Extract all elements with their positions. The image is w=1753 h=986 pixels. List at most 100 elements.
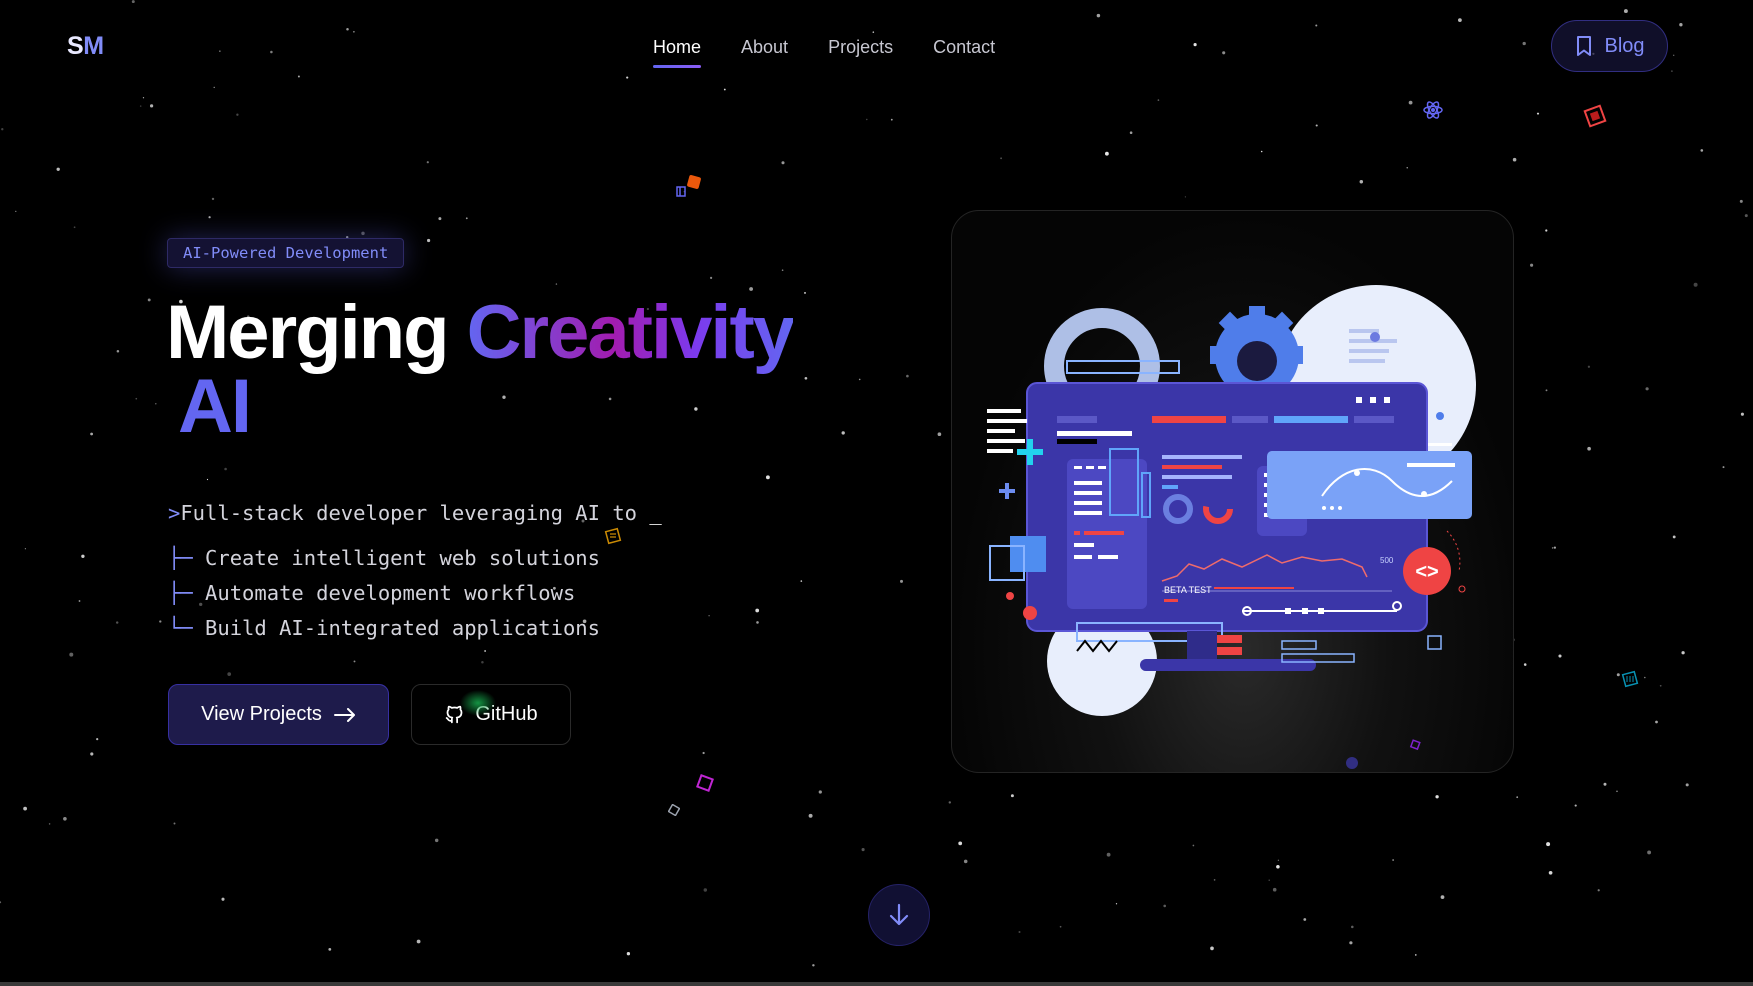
star	[481, 660, 484, 664]
star	[1672, 535, 1676, 539]
scroll-down-button[interactable]	[868, 884, 930, 946]
headline-creativity: Creativity	[466, 290, 795, 375]
bookmark-icon	[1577, 36, 1592, 56]
star	[1545, 389, 1548, 392]
star	[1458, 18, 1462, 22]
view-projects-button[interactable]: View Projects	[168, 684, 389, 745]
star	[1115, 903, 1118, 905]
star	[1277, 859, 1280, 861]
star	[149, 104, 154, 108]
site-logo[interactable]: SM	[67, 32, 104, 61]
star	[1349, 941, 1353, 945]
blog-button-label: Blog	[1604, 34, 1645, 57]
star	[1655, 720, 1658, 724]
star	[69, 652, 74, 657]
arrow-right-icon	[333, 707, 355, 722]
star	[227, 672, 232, 676]
nav-home-link[interactable]: Home	[653, 37, 702, 68]
star	[708, 615, 710, 617]
star	[1276, 865, 1280, 869]
star	[626, 952, 631, 956]
star	[702, 751, 705, 755]
star	[297, 75, 300, 78]
terminal-item: ├─ Create intelligent web solutions	[168, 541, 662, 576]
star	[1359, 180, 1364, 184]
star	[1623, 9, 1628, 14]
star	[1546, 842, 1551, 847]
star	[1545, 229, 1548, 232]
dashboard-illustration: 500 BETA TEST <>	[987, 285, 1476, 769]
nav-about-link[interactable]: About	[741, 37, 788, 68]
star	[1129, 131, 1133, 134]
nav-projects-link[interactable]: Projects	[828, 37, 893, 68]
star	[115, 621, 119, 624]
js-cube-icon	[604, 527, 622, 545]
beta-test-label: BETA TEST	[1164, 585, 1212, 595]
html-cube-icon	[676, 175, 701, 197]
star	[1106, 852, 1111, 857]
star	[1105, 151, 1109, 156]
star	[1744, 214, 1748, 218]
star	[135, 397, 138, 400]
star	[63, 816, 67, 821]
star	[23, 806, 27, 811]
star	[1722, 466, 1725, 469]
nav-contact-link[interactable]: Contact	[933, 37, 995, 68]
star	[434, 838, 439, 843]
magenta-cube-icon	[696, 774, 714, 792]
terminal-item: └─ Build AI-integrated applications	[168, 611, 662, 646]
star	[159, 620, 162, 623]
star	[1740, 412, 1744, 416]
star	[426, 161, 429, 164]
star	[937, 432, 942, 437]
star	[1693, 282, 1698, 287]
star	[781, 269, 784, 272]
star	[1672, 54, 1675, 57]
star	[328, 948, 332, 951]
hero-illustration-card: 500 BETA TEST <>	[951, 210, 1514, 773]
star	[1222, 51, 1226, 55]
star	[1587, 446, 1591, 451]
headline-merging: Merging	[166, 290, 450, 375]
star	[1059, 925, 1062, 928]
star	[1616, 673, 1620, 677]
blog-button[interactable]: Blog	[1551, 20, 1668, 72]
star	[1597, 889, 1600, 892]
star	[1192, 844, 1195, 847]
star	[465, 217, 468, 220]
star	[804, 376, 808, 380]
star	[1414, 954, 1417, 956]
ai-badge: AI-Powered Development	[167, 238, 405, 268]
star	[1553, 546, 1556, 549]
star	[841, 431, 845, 435]
star	[346, 27, 349, 31]
star	[173, 822, 176, 825]
star	[1558, 654, 1562, 658]
star	[723, 88, 726, 91]
main-nav: Home About Projects Contact	[653, 37, 995, 68]
logo-letter-s: S	[67, 32, 84, 60]
terminal-item-text: Create intelligent web solutions	[205, 546, 600, 570]
star	[1700, 149, 1704, 152]
terminal-item-text: Build AI-integrated applications	[205, 616, 600, 640]
star	[958, 841, 963, 846]
star	[1268, 879, 1270, 881]
star	[236, 113, 239, 116]
star	[90, 432, 93, 436]
star	[1193, 43, 1197, 47]
star	[1671, 70, 1673, 72]
star	[890, 118, 893, 121]
react-icon	[1423, 101, 1443, 119]
star	[1643, 676, 1646, 679]
star	[1616, 790, 1618, 793]
star	[781, 161, 785, 165]
star	[1523, 663, 1527, 666]
star	[155, 403, 157, 405]
star	[808, 813, 813, 818]
star	[1392, 859, 1394, 861]
star	[1157, 99, 1160, 101]
star	[1536, 112, 1540, 115]
star	[818, 790, 822, 794]
star	[1685, 783, 1689, 787]
star	[1315, 124, 1318, 127]
